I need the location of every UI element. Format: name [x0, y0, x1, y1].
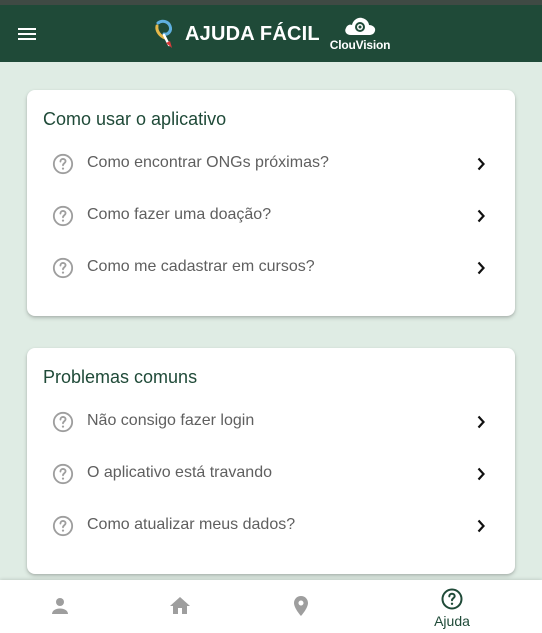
app-brand: AJUDA FÁCIL [152, 17, 320, 51]
chevron-right-icon [469, 514, 493, 538]
faq-item-label: Como me cadastrar em cursos? [87, 258, 315, 275]
help-circle-icon [52, 205, 74, 227]
faq-item[interactable]: Como me cadastrar em cursos? [43, 242, 501, 294]
faq-item[interactable]: Não consigo fazer login [43, 396, 501, 448]
faq-item[interactable]: Como encontrar ONGs próximas? [43, 138, 501, 190]
menu-icon[interactable] [15, 22, 39, 46]
partner-name: ClouVision [329, 38, 391, 52]
help-circle-icon [52, 515, 74, 537]
chevron-right-icon [469, 256, 493, 280]
partner-logo: ClouVision [330, 15, 390, 55]
faq-item-label: O aplicativo está travando [87, 464, 272, 481]
person-icon [52, 598, 68, 614]
cloud-eye-icon [345, 17, 376, 35]
chevron-right-icon [469, 204, 493, 228]
home-icon [170, 597, 190, 614]
section-title: Como usar o aplicativo [43, 109, 227, 129]
faq-item[interactable]: O aplicativo está travando [43, 448, 501, 500]
nav-home[interactable] [130, 580, 230, 633]
nav-map[interactable] [251, 580, 351, 633]
faq-item-label: Como encontrar ONGs próximas? [87, 154, 329, 171]
bottom-navigation: Ajuda [0, 580, 542, 633]
section-card-usage: Como usar o aplicativo Como encontrar ON… [27, 90, 515, 316]
nav-help[interactable]: Ajuda [402, 580, 502, 633]
chevron-right-icon [469, 462, 493, 486]
help-circle-icon [52, 257, 74, 279]
help-circle-icon [441, 588, 463, 610]
nav-help-label: Ajuda [434, 613, 470, 629]
app-title: AJUDA FÁCIL [185, 22, 320, 45]
section-card-common-problems: Problemas comuns Não consigo fazer login… [27, 348, 515, 574]
faq-item[interactable]: Como fazer uma doação? [43, 190, 501, 242]
section-title: Problemas comuns [43, 367, 198, 387]
help-circle-icon [52, 411, 74, 433]
faq-item-label: Como atualizar meus dados? [87, 516, 296, 533]
faq-item[interactable]: Como atualizar meus dados? [43, 500, 501, 552]
nav-profile[interactable] [10, 580, 110, 633]
faq-item-label: Como fazer uma doação? [87, 206, 272, 223]
help-circle-icon [52, 463, 74, 485]
app-bar: AJUDA FÁCIL ClouVision [0, 5, 542, 62]
chevron-right-icon [469, 152, 493, 176]
ajuda-facil-logo-icon [155, 19, 172, 48]
faq-item-label: Não consigo fazer login [87, 412, 255, 429]
help-circle-icon [52, 153, 74, 175]
location-pin-icon [294, 596, 308, 616]
chevron-right-icon [469, 410, 493, 434]
